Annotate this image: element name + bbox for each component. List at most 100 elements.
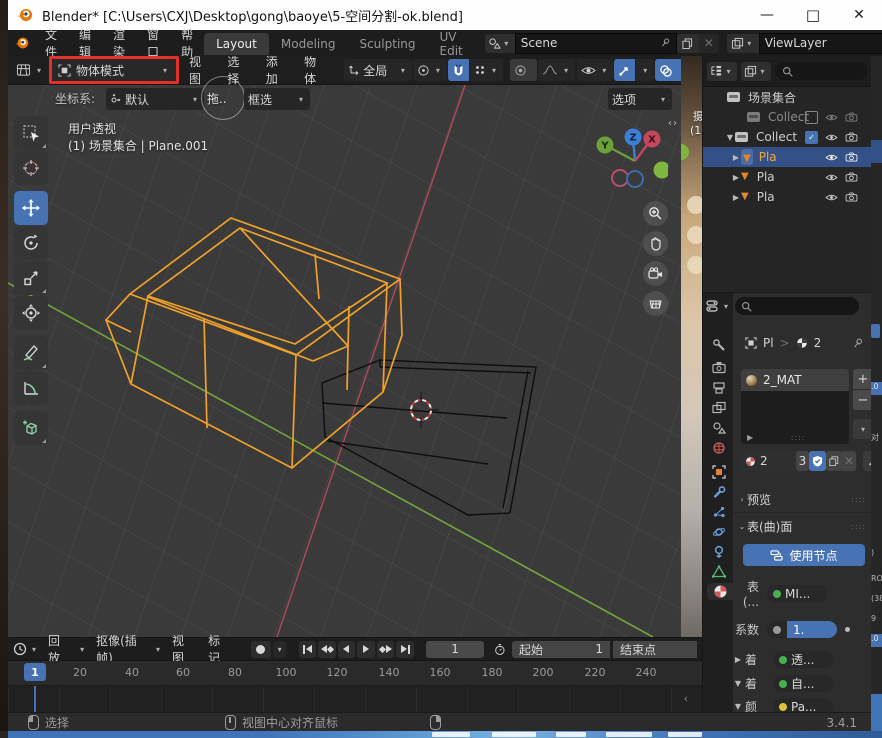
slot-remove-button[interactable]: − <box>853 390 872 410</box>
scroll-left-indicator[interactable]: ‹ <box>684 692 688 705</box>
tool-select-box[interactable] <box>14 116 48 150</box>
outliner-row-collection[interactable]: ▼ Collect ✓ <box>703 127 872 147</box>
tab-object-data[interactable] <box>709 563 728 580</box>
close-button[interactable]: ✕ <box>836 0 882 30</box>
scene-icon-button[interactable]: ▾ <box>485 34 515 53</box>
exclude-checkbox[interactable]: ✓ <box>805 131 818 144</box>
viewlayer-name-field[interactable]: ViewLayer <box>759 33 882 54</box>
expand-arrow-icon[interactable]: ▶ <box>747 433 753 442</box>
viewport-menu-object[interactable]: 物体 <box>295 56 332 87</box>
eye-icon[interactable] <box>825 173 838 182</box>
zoom-button[interactable] <box>643 201 668 226</box>
scene-new-copy-button[interactable] <box>677 34 699 53</box>
camera-restrict-icon[interactable] <box>845 172 858 182</box>
properties-editor-type-button[interactable]: ▾ <box>705 299 731 313</box>
eye-icon[interactable] <box>825 193 838 202</box>
auto-key-button[interactable] <box>251 641 271 658</box>
overlays-toggle[interactable] <box>655 59 681 81</box>
pivot-dropdown[interactable]: ▾ <box>413 59 447 81</box>
gizmos-dropdown[interactable]: ▾ <box>636 59 654 81</box>
proportional-falloff-dropdown[interactable]: ▾ <box>538 59 575 81</box>
snap-target-dropdown[interactable]: ▾ <box>470 59 503 81</box>
tab-object[interactable] <box>709 463 728 480</box>
outliner-display-mode-button[interactable]: ▾ <box>741 62 771 81</box>
scene-unlink-button[interactable]: ✕ <box>699 34 719 53</box>
outliner-row-plane[interactable]: ▶ ▼ Pla <box>703 187 872 207</box>
select-box-dropdown[interactable]: 框选 ▾ <box>244 88 310 110</box>
viewlayer-icon-button[interactable]: ▾ <box>727 34 759 53</box>
axis-gizmo[interactable]: Z Y X <box>588 124 668 196</box>
tab-material[interactable] <box>707 583 733 600</box>
timeline-editor-type-button[interactable]: ▾ <box>13 642 39 656</box>
editor-type-button[interactable]: ▾ <box>12 59 48 81</box>
grip-handle[interactable]: :::: <box>791 433 806 442</box>
tool-cursor[interactable] <box>14 151 48 185</box>
menu-render[interactable]: 渲染 <box>102 26 136 60</box>
slot-specials-button[interactable]: ▾ <box>853 419 872 439</box>
gizmos-toggle[interactable] <box>614 59 635 81</box>
current-frame-badge[interactable]: 1 <box>24 663 46 681</box>
tab-viewlayer[interactable] <box>709 399 728 416</box>
viewport-menu-add[interactable]: 添加 <box>257 56 294 87</box>
animate-decorator[interactable] <box>845 627 850 632</box>
camera-view-button[interactable] <box>643 261 668 286</box>
auto-key-dropdown[interactable]: ▾ <box>273 641 286 658</box>
fake-user-toggle[interactable] <box>809 451 826 471</box>
tool-scale[interactable] <box>14 261 48 295</box>
mode-dropdown[interactable]: 物体模式 ▾ <box>52 59 176 81</box>
visibility-dropdown[interactable]: ▾ <box>577 59 613 81</box>
tab-world[interactable] <box>709 439 728 456</box>
color-dropdown[interactable]: Pa... <box>773 698 833 713</box>
shader-dropdown[interactable]: 透... <box>773 651 833 668</box>
outliner-editor-type-button[interactable]: ▾ <box>707 62 737 81</box>
tab-modifiers[interactable] <box>709 483 728 500</box>
panel-preview-header[interactable]: › 预览 :::: <box>737 489 872 510</box>
blender-menu-icon[interactable] <box>14 35 30 51</box>
panel-surface-header[interactable]: ⌄ 表(曲)面 :::: <box>737 516 872 537</box>
current-frame-field[interactable]: 1 <box>426 641 484 658</box>
breadcrumb-object[interactable]: Pl <box>763 336 774 350</box>
outliner-search[interactable] <box>775 62 868 80</box>
material-slot-active[interactable]: 2_MAT <box>741 369 849 391</box>
viewport-camera-strip[interactable]: 摄 (1 <box>681 56 702 637</box>
tab-render[interactable] <box>709 359 728 376</box>
material-slot-list[interactable]: 2_MAT ▶ :::: <box>741 369 849 444</box>
tab-particles[interactable] <box>709 503 728 520</box>
properties-search[interactable] <box>735 297 859 315</box>
menu-help[interactable]: 帮助 <box>170 26 204 60</box>
snap-toggle[interactable] <box>448 59 469 81</box>
breadcrumb-material[interactable]: 2 <box>814 336 822 350</box>
new-material-button[interactable] <box>826 451 842 471</box>
outliner-row-scene-collection[interactable]: 场景集合 <box>703 87 872 107</box>
eye-icon[interactable] <box>825 153 838 162</box>
menu-file[interactable]: 文件 <box>34 26 68 60</box>
shader-dropdown[interactable]: 自... <box>773 675 833 692</box>
use-nodes-button[interactable]: 使用节点 <box>743 544 865 566</box>
tool-rotate[interactable] <box>14 226 48 260</box>
workspace-tab-sculpting[interactable]: Sculpting <box>347 33 427 55</box>
tool-add-cube[interactable] <box>14 411 48 445</box>
outliner-row-plane-active[interactable]: ▶ ▼ Pla <box>703 147 872 167</box>
factor-socket[interactable] <box>767 621 787 638</box>
exclude-checkbox[interactable] <box>805 111 818 124</box>
pin-icon[interactable] <box>659 37 671 49</box>
pan-button[interactable] <box>643 231 668 256</box>
tab-tool[interactable] <box>709 336 728 353</box>
orientation-dropdown[interactable]: 全局 ▾ <box>344 59 412 81</box>
tab-output[interactable] <box>709 379 728 396</box>
camera-restrict-icon[interactable] <box>845 192 858 202</box>
scene-name-field[interactable]: Scene <box>515 33 677 54</box>
maximize-button[interactable]: □ <box>790 0 836 30</box>
options-dropdown[interactable]: 选项 ▾ <box>608 88 672 110</box>
eye-icon[interactable] <box>825 113 838 122</box>
slot-add-button[interactable]: + <box>853 369 872 389</box>
timeline-ruler[interactable]: 1 20 40 60 80 100 120 140 160 180 200 22… <box>8 661 702 686</box>
menu-edit[interactable]: 编辑 <box>68 26 102 60</box>
tab-physics[interactable] <box>709 523 728 540</box>
workspace-tab-layout[interactable]: Layout <box>204 33 269 55</box>
viewport-3d[interactable]: ▾ 物体模式 ▾ 视图 选择 添加 物体 全局 ▾ ▾ <box>8 56 681 637</box>
menu-window[interactable]: 窗口 <box>136 26 170 60</box>
playhead[interactable] <box>34 686 36 715</box>
area-resize-handle[interactable]: ‹› <box>668 118 678 129</box>
tool-annotate[interactable] <box>14 336 48 370</box>
